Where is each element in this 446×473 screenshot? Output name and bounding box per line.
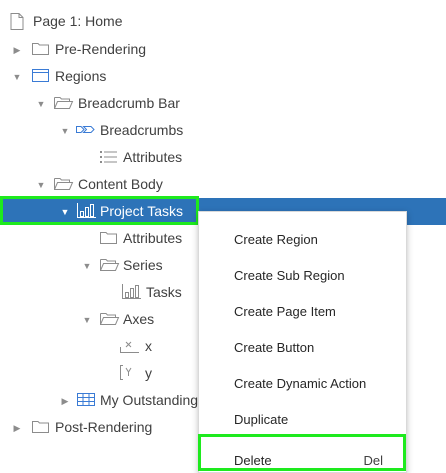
chevron-down-icon[interactable]: ▼: [36, 99, 46, 109]
tree-node-label: Axes: [123, 311, 155, 327]
menu-item-label: Delete: [234, 452, 272, 468]
page-tree: Page 1: Home ▶ Pre-Rendering ▼ Regions ▼…: [0, 0, 446, 473]
menu-item-create-page-item[interactable]: Create Page Item: [199, 293, 406, 329]
menu-item-create-dynamic-action[interactable]: Create Dynamic Action: [199, 365, 406, 401]
menu-item-delete[interactable]: Delete Del: [199, 442, 406, 473]
tree-node-attributes[interactable]: Attributes: [0, 144, 446, 171]
page-icon: [10, 13, 28, 30]
menu-item-label: Create Page Item: [234, 303, 336, 319]
chevron-down-icon[interactable]: ▼: [12, 72, 22, 82]
folder-open-icon: [54, 95, 74, 111]
region-icon: [32, 68, 50, 84]
tree-node-label: Attributes: [123, 230, 183, 246]
tree-node-label: Breadcrumbs: [100, 122, 184, 138]
x-axis-icon: [120, 338, 139, 354]
tree-node-label: Attributes: [123, 149, 183, 165]
tree-node-label: Tasks: [146, 284, 182, 300]
tree-node-content-body[interactable]: ▼ Content Body: [0, 171, 446, 198]
folder-open-icon: [100, 257, 120, 273]
menu-item-duplicate[interactable]: Duplicate: [199, 401, 406, 437]
tree-node-regions[interactable]: ▼ Regions: [0, 63, 446, 90]
tree-node-label: Post-Rendering: [55, 419, 153, 435]
list-icon: [100, 149, 118, 165]
tree-node-label: x: [145, 338, 152, 354]
menu-item-label: Create Button: [234, 339, 315, 355]
folder-icon: [32, 419, 50, 435]
folder-open-icon: [54, 176, 74, 192]
tree-node-label: Project Tasks: [100, 203, 183, 219]
context-menu: Create Region Create Sub Region Create P…: [198, 211, 407, 473]
tree-node-page[interactable]: Page 1: Home: [0, 8, 446, 35]
tree-node-label: y: [145, 365, 152, 381]
menu-item-shortcut: Del: [363, 452, 383, 468]
tree-node-label: Content Body: [78, 176, 163, 192]
folder-icon: [100, 230, 118, 246]
bar-chart-icon: [77, 203, 96, 219]
folder-open-icon: [100, 311, 120, 327]
tree-node-label: Pre-Rendering: [55, 41, 147, 57]
chevron-right-icon[interactable]: ▶: [12, 45, 22, 55]
menu-item-label: Create Sub Region: [234, 267, 345, 283]
bar-chart-icon: [122, 284, 141, 300]
chevron-down-icon[interactable]: ▼: [60, 207, 70, 217]
breadcrumb-icon: [76, 122, 96, 138]
tree-node-label: My Outstanding: [100, 392, 199, 408]
menu-item-label: Create Dynamic Action: [234, 375, 367, 391]
menu-item-label: Create Region: [234, 231, 318, 247]
menu-item-label: Duplicate: [234, 411, 289, 427]
chevron-down-icon[interactable]: ▼: [82, 261, 92, 271]
tree-node-label: Series: [123, 257, 163, 273]
chevron-down-icon[interactable]: ▼: [60, 126, 70, 136]
menu-item-create-region[interactable]: Create Region: [199, 221, 406, 257]
tree-node-label: Breadcrumb Bar: [78, 95, 180, 111]
tree-node-label: Page 1: Home: [33, 13, 123, 29]
y-axis-icon: [120, 365, 138, 381]
tree-node-pre-rendering[interactable]: ▶ Pre-Rendering: [0, 36, 446, 63]
table-icon: [77, 392, 95, 408]
tree-node-label: Regions: [55, 68, 107, 84]
chevron-right-icon[interactable]: ▶: [60, 396, 70, 406]
chevron-down-icon[interactable]: ▼: [36, 180, 46, 190]
menu-item-create-button[interactable]: Create Button: [199, 329, 406, 365]
chevron-down-icon[interactable]: ▼: [82, 315, 92, 325]
tree-node-breadcrumbs[interactable]: ▼ Breadcrumbs: [0, 117, 446, 144]
folder-icon: [32, 41, 50, 57]
tree-node-breadcrumb-bar[interactable]: ▼ Breadcrumb Bar: [0, 90, 446, 117]
menu-item-create-sub-region[interactable]: Create Sub Region: [199, 257, 406, 293]
chevron-right-icon[interactable]: ▶: [12, 423, 22, 433]
